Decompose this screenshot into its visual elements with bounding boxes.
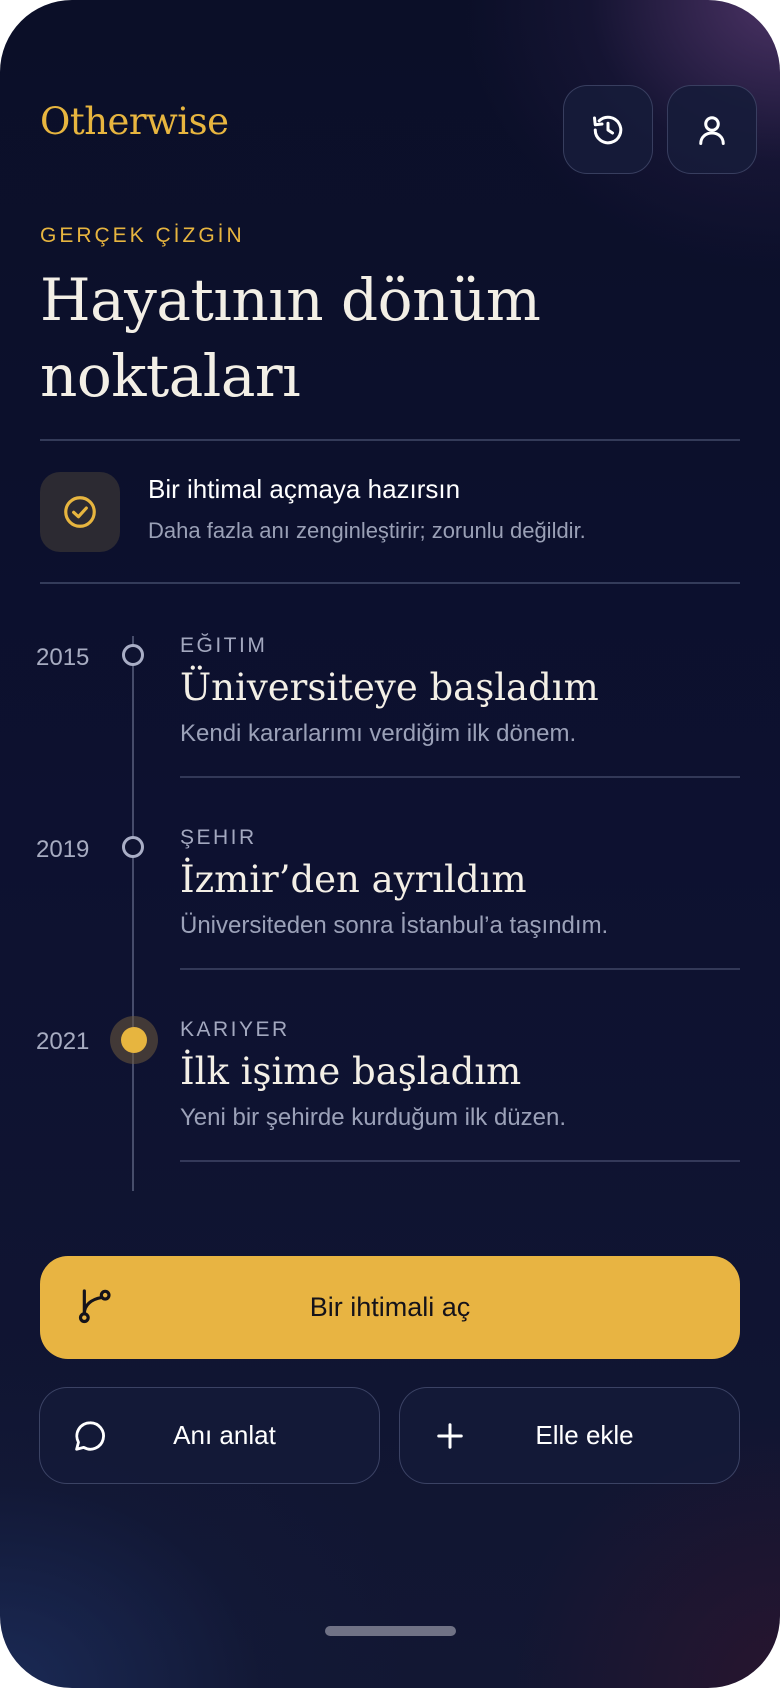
timeline-description: Kendi kararlarımı verdiğim ilk dönem. <box>180 720 577 747</box>
status-title: Bir ihtimal açmaya hazırsın <box>148 474 461 504</box>
divider <box>40 582 740 584</box>
profile-button[interactable] <box>667 85 757 174</box>
home-indicator <box>325 1626 456 1636</box>
timeline-separator <box>180 968 740 970</box>
history-icon <box>593 115 623 144</box>
add-manually-button[interactable]: Elle ekle <box>399 1387 740 1484</box>
status-subtitle: Daha fazla anı zenginleştirir; zorunlu d… <box>148 518 586 543</box>
divider <box>40 439 740 441</box>
timeline-separator <box>180 776 740 778</box>
timeline-category: ŞEHIR <box>180 826 257 849</box>
timeline-title: Üniversiteye başladım <box>180 666 599 709</box>
branch-icon <box>78 1289 111 1324</box>
page-title: Hayatının dönüm noktaları <box>40 262 720 414</box>
timeline-year: 2021 <box>36 1028 90 1055</box>
chat-bubble-icon <box>75 1421 105 1451</box>
timeline-category: EĞITIM <box>180 634 268 657</box>
timeline-separator <box>180 1160 740 1162</box>
open-possibility-label: Bir ihtimali aç <box>309 1292 471 1322</box>
timeline-item[interactable]: 2021 KARIYER İlk işime başladım Yeni bir… <box>0 1018 780 1210</box>
user-icon <box>699 115 725 145</box>
timeline-year: 2015 <box>36 644 90 671</box>
timeline-item[interactable]: 2019 ŞEHIR İzmir’den ayrıldım Üniversite… <box>0 826 780 1018</box>
timeline-description: Üniversiteden sonra İstanbul’a taşındım. <box>180 912 609 939</box>
page-title-line-2: noktaları <box>40 342 301 410</box>
timeline-dot <box>122 836 144 858</box>
timeline-category: KARIYER <box>180 1018 290 1041</box>
timeline-dot-active <box>121 1027 147 1053</box>
app-logo: Otherwise <box>40 100 229 143</box>
timeline-description: Yeni bir şehirde kurduğum ilk düzen. <box>180 1104 567 1131</box>
check-circle-icon <box>64 496 96 528</box>
timeline-year: 2019 <box>36 836 90 863</box>
tell-story-label: Anı anlat <box>173 1420 276 1450</box>
history-button[interactable] <box>563 85 653 174</box>
timeline-dot <box>122 644 144 666</box>
plus-icon <box>437 1423 463 1449</box>
app-screen: Otherwise GERÇEK ÇİZGİN Hayatının dönüm … <box>0 0 780 1688</box>
timeline-title: İzmir’den ayrıldım <box>180 858 527 901</box>
open-possibility-button[interactable]: Bir ihtimali aç <box>40 1256 740 1359</box>
timeline-item[interactable]: 2015 EĞITIM Üniversiteye başladım Kendi … <box>0 634 780 826</box>
timeline-title: İlk işime başladım <box>180 1050 522 1093</box>
section-label: GERÇEK ÇİZGİN <box>40 224 245 247</box>
status-badge <box>40 472 120 552</box>
page-title-line-1: Hayatının dönüm <box>40 266 541 334</box>
tell-story-button[interactable]: Anı anlat <box>39 1387 380 1484</box>
add-manually-label: Elle ekle <box>535 1420 634 1450</box>
